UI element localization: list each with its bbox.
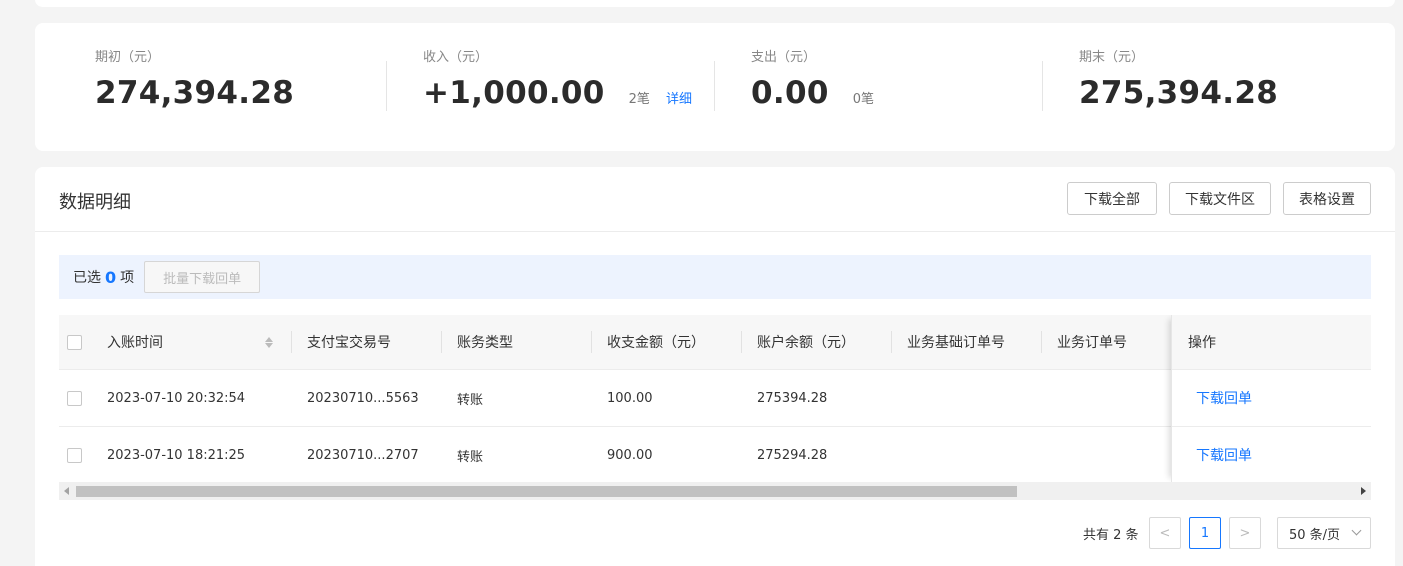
page-size-label: 50 条/页	[1289, 527, 1341, 543]
col-order: 业务订单号	[1057, 335, 1127, 351]
row-checkbox[interactable]	[67, 447, 82, 463]
prev-page-button[interactable]: <	[1149, 517, 1181, 549]
col-type: 账务类型	[457, 335, 513, 351]
cell-amount: 100.00	[607, 390, 653, 406]
column-separator	[891, 331, 892, 353]
divider	[1042, 61, 1043, 111]
cell-type: 转账	[457, 392, 484, 408]
stat-expense: 支出（元） 0.00 0笔	[751, 50, 874, 113]
col-base-order: 业务基础订单号	[907, 335, 1005, 351]
table-settings-button[interactable]: 表格设置	[1283, 182, 1371, 215]
stat-closing-label: 期末（元）	[1079, 50, 1145, 65]
detail-title: 数据明细	[59, 192, 131, 213]
stat-expense-label: 支出（元）	[751, 50, 817, 65]
divider	[386, 61, 387, 111]
cell-amount: 900.00	[607, 447, 653, 463]
column-separator	[291, 331, 292, 353]
top-card-fragment	[35, 0, 1395, 7]
batch-download-button[interactable]: 批量下载回单	[144, 261, 261, 293]
col-action: 操作	[1172, 315, 1371, 370]
selection-bar: 已选 0 项 批量下载回单	[59, 255, 1371, 299]
row-checkbox[interactable]	[67, 390, 82, 406]
column-separator	[591, 331, 592, 353]
stat-income-label: 收入（元）	[423, 50, 489, 65]
page-number-button[interactable]: 1	[1189, 517, 1221, 549]
download-receipt-link[interactable]: 下载回单	[1172, 370, 1371, 427]
income-detail-link[interactable]: 详细	[666, 88, 692, 107]
column-separator	[1041, 331, 1042, 353]
stat-closing: 期末（元） 275,394.28	[1079, 50, 1278, 113]
column-separator	[441, 331, 442, 353]
select-all-checkbox[interactable]	[67, 334, 82, 350]
selection-prefix: 已选	[73, 270, 101, 286]
download-all-button[interactable]: 下载全部	[1067, 182, 1157, 215]
detail-card: 数据明细 下载全部 下载文件区 表格设置 已选 0 项 批量下载回单 入账时间 …	[35, 167, 1395, 566]
scroll-right-icon[interactable]	[1361, 487, 1366, 495]
col-balance: 账户余额（元）	[757, 335, 855, 351]
stat-expense-value: 0.00	[751, 75, 829, 111]
scroll-thumb[interactable]	[76, 486, 1017, 497]
action-column: 操作 下载回单 下载回单	[1171, 315, 1371, 482]
download-files-button[interactable]: 下载文件区	[1169, 182, 1271, 215]
cell-type: 转账	[457, 449, 484, 465]
col-time[interactable]: 入账时间	[107, 315, 163, 369]
col-amount: 收支金额（元）	[607, 335, 705, 351]
next-page-button[interactable]: >	[1229, 517, 1261, 549]
cell-alipay-no: 20230710...5563	[307, 390, 419, 406]
cell-balance: 275394.28	[757, 390, 828, 406]
chevron-down-icon	[1351, 525, 1362, 536]
col-alipay-no: 支付宝交易号	[307, 335, 391, 351]
stat-opening: 期初（元） 274,394.28	[95, 50, 294, 113]
pagination-total: 共有 2 条	[1083, 527, 1139, 543]
stat-income-count: 2笔	[628, 92, 650, 107]
stat-expense-count: 0笔	[852, 92, 874, 107]
download-receipt-link[interactable]: 下载回单	[1172, 427, 1371, 482]
cell-time: 2023-07-10 20:32:54	[107, 390, 246, 406]
cell-alipay-no: 20230710...2707	[307, 447, 419, 463]
stat-income-value: +1,000.00	[423, 75, 605, 111]
data-table: 入账时间 支付宝交易号 账务类型 收支金额（元） 账户余额（元） 业务基础订单号…	[59, 315, 1371, 482]
selection-suffix: 项	[120, 270, 135, 286]
stat-income: 收入（元） +1,000.00 2笔 详细	[423, 50, 692, 113]
page-size-select[interactable]: 50 条/页	[1277, 517, 1371, 549]
horizontal-scrollbar[interactable]	[59, 482, 1371, 500]
cell-balance: 275294.28	[757, 447, 828, 463]
cell-time: 2023-07-10 18:21:25	[107, 447, 246, 463]
scroll-left-icon[interactable]	[64, 487, 69, 495]
sort-icon[interactable]	[265, 315, 273, 369]
divider	[714, 61, 715, 111]
summary-card: 期初（元） 274,394.28 收入（元） +1,000.00 2笔 详细 支…	[35, 23, 1395, 151]
stat-closing-value: 275,394.28	[1079, 75, 1279, 111]
selection-count: 0	[105, 267, 117, 287]
column-separator	[741, 331, 742, 353]
header-divider	[35, 231, 1395, 232]
stat-opening-value: 274,394.28	[95, 75, 295, 111]
stat-opening-label: 期初（元）	[95, 50, 161, 65]
